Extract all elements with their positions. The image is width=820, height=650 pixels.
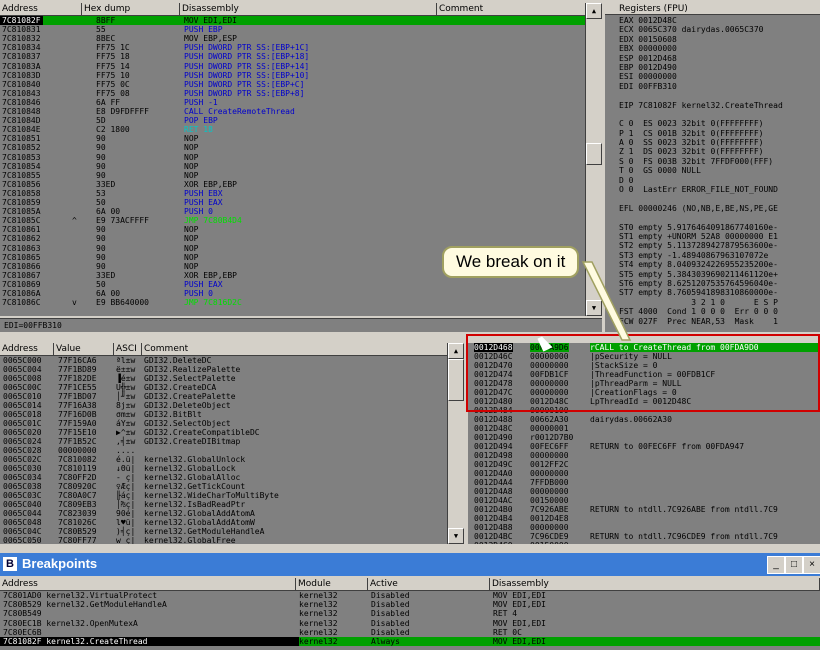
col-address[interactable]: Address: [0, 578, 296, 590]
callout-label: We break on it: [442, 246, 580, 278]
breakpoints-app-icon: B: [3, 557, 17, 571]
breakpoint-active: Always: [371, 637, 400, 646]
breakpoint-module: kernel32: [299, 627, 338, 637]
breakpoint-address: 7C81082F kernel32.CreateThread: [0, 637, 299, 647]
breakpoints-title: Breakpoints: [22, 556, 98, 571]
col-module[interactable]: Module: [296, 578, 368, 590]
breakpoint-module: kernel32: [299, 609, 338, 619]
breakpoint-module: kernel32: [299, 637, 338, 646]
col-active[interactable]: Active: [368, 578, 490, 590]
breakpoint-address: 7C80B529 kernel32.GetModuleHandleA: [3, 600, 167, 610]
breakpoint-disassembly: RET 0C: [493, 627, 522, 637]
breakpoint-row[interactable]: 7C81082F kernel32.CreateThread kernel32 Al…: [0, 637, 820, 647]
breakpoint-disassembly: MOV EDI,EDI: [493, 600, 546, 610]
breakpoint-row[interactable]: 7C80EC1B kernel32.OpenMutexA kernel32 Disa…: [0, 619, 820, 628]
breakpoint-address: 7C80EC6B: [3, 627, 42, 637]
breakpoint-active: Disabled: [371, 600, 410, 610]
breakpoint-disassembly: MOV EDI,EDI: [493, 637, 546, 646]
breakpoint-row[interactable]: 7C80B529 kernel32.GetModuleHandleA kernel…: [0, 600, 820, 609]
breakpoint-disassembly: MOV EDI,EDI: [493, 591, 546, 600]
close-button[interactable]: ×: [803, 556, 820, 574]
breakpoint-disassembly: MOV EDI,EDI: [493, 618, 546, 628]
breakpoint-module: kernel32: [299, 600, 338, 610]
breakpoint-active: Disabled: [371, 618, 410, 628]
breakpoint-active: Disabled: [371, 627, 410, 637]
breakpoint-address: 7C801AD0 kernel32.VirtualProtect: [3, 591, 158, 600]
breakpoint-module: kernel32: [299, 618, 338, 628]
breakpoint-row[interactable]: 7C801AD0 kernel32.VirtualProtect kernel32…: [0, 591, 820, 600]
breakpoint-active: Disabled: [371, 591, 410, 600]
maximize-button[interactable]: □: [785, 556, 803, 574]
breakpoints-titlebar[interactable]: B Breakpoints _ □ ×: [0, 553, 820, 576]
breakpoints-pane[interactable]: Address Module Active Disassembly 7C801A…: [0, 578, 820, 650]
breakpoints-header: Address Module Active Disassembly: [0, 578, 820, 591]
breakpoint-module: kernel32: [299, 591, 338, 600]
breakpoint-address: 7C80EC1B kernel32.OpenMutexA: [3, 618, 138, 628]
breakpoint-active: Disabled: [371, 609, 410, 619]
breakpoint-row[interactable]: 7C80B549 kernel32 Disabled RET 4: [0, 609, 820, 618]
breakpoint-row[interactable]: 7C80EC6B kernel32 Disabled RET 0C: [0, 628, 820, 637]
minimize-button[interactable]: _: [767, 556, 785, 574]
breakpoint-address: 7C80B549: [3, 609, 42, 619]
breakpoint-disassembly: RET 4: [493, 609, 518, 619]
col-disassembly[interactable]: Disassembly: [490, 578, 820, 590]
